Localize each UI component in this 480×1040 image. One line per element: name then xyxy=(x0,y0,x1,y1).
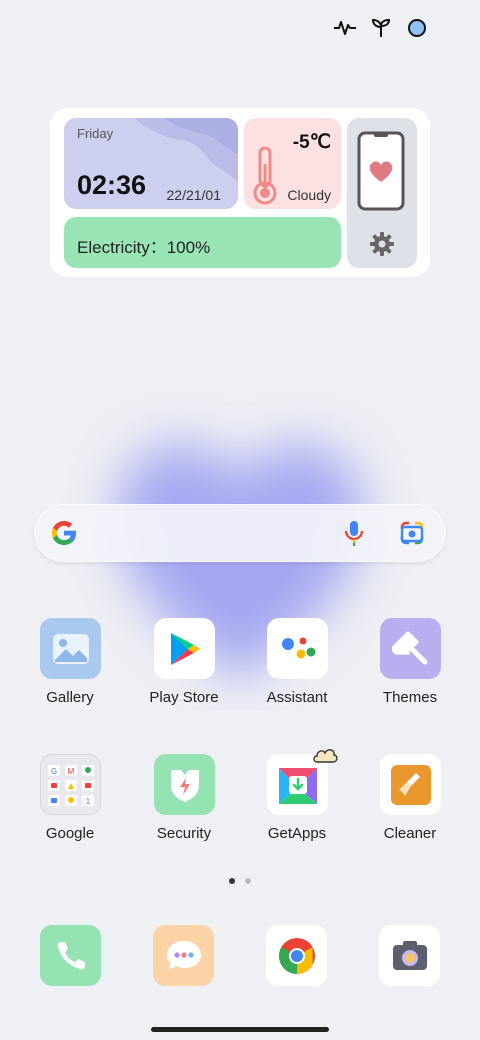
sprout-icon xyxy=(368,15,394,41)
clock-time: 02:36 xyxy=(77,170,147,200)
app-label: GetApps xyxy=(267,825,327,842)
app-google-folder[interactable]: G M 1 Google xyxy=(14,754,126,854)
battery-label: Electricity：100% xyxy=(77,238,211,257)
app-getapps[interactable]: GetApps xyxy=(241,749,353,854)
info-widget[interactable]: Friday 02:36 22/21/01 -5℃ Cloudy Electri… xyxy=(50,108,430,277)
app-security[interactable]: Security xyxy=(128,754,240,854)
security-icon xyxy=(154,754,215,815)
weather-condition: Cloudy xyxy=(287,187,331,203)
messages-icon xyxy=(166,940,201,970)
date-label: 22/21/01 xyxy=(166,187,222,203)
svg-text:G: G xyxy=(50,767,56,776)
activity-icon xyxy=(332,15,358,41)
app-gallery[interactable]: Gallery xyxy=(14,618,126,718)
weekday-label: Friday xyxy=(77,126,114,141)
app-label: Security xyxy=(156,825,212,842)
app-assistant[interactable]: Assistant xyxy=(241,618,353,718)
gallery-icon xyxy=(40,618,101,679)
camera-icon xyxy=(392,940,427,970)
assistant-icon xyxy=(267,618,328,679)
phone-heart-icon xyxy=(357,131,405,211)
app-label: Cleaner xyxy=(383,825,437,842)
chrome-icon xyxy=(278,937,315,974)
dock-camera[interactable] xyxy=(379,925,440,986)
cleaner-icon xyxy=(380,754,441,815)
app-themes[interactable]: Themes xyxy=(354,618,466,718)
google-search-bar[interactable] xyxy=(34,504,446,562)
blue-dot-icon xyxy=(404,15,430,41)
battery-card[interactable]: Electricity：100% xyxy=(64,217,341,268)
google-folder-icon: G M 1 xyxy=(40,754,101,815)
svg-text:1: 1 xyxy=(85,797,90,806)
dock-phone[interactable] xyxy=(40,925,101,986)
cloud-badge-icon xyxy=(313,749,338,763)
phone-icon xyxy=(57,941,85,969)
play-store-icon xyxy=(154,618,215,679)
themes-icon xyxy=(380,618,441,679)
app-label: Google xyxy=(45,825,95,842)
app-label: Themes xyxy=(382,689,438,706)
phone-card[interactable] xyxy=(347,118,417,268)
app-label: Gallery xyxy=(46,689,94,706)
temperature: -5℃ xyxy=(292,132,331,153)
gear-icon[interactable] xyxy=(368,230,396,258)
clock-card[interactable]: Friday 02:36 22/21/01 xyxy=(64,118,238,209)
status-bar xyxy=(332,14,430,42)
weather-card[interactable]: -5℃ Cloudy xyxy=(244,118,341,209)
app-play-store[interactable]: Play Store xyxy=(128,618,240,718)
google-icon xyxy=(52,521,76,545)
page-indicator[interactable] xyxy=(229,878,251,884)
app-cleaner[interactable]: Cleaner xyxy=(354,754,466,854)
dock-chrome[interactable] xyxy=(266,925,327,986)
home-indicator[interactable] xyxy=(151,1027,329,1032)
svg-text:M: M xyxy=(67,767,74,776)
dock-messages[interactable] xyxy=(153,925,214,986)
mic-icon[interactable] xyxy=(343,519,365,547)
page-dot[interactable] xyxy=(245,878,251,884)
thermometer-icon xyxy=(253,146,277,205)
lens-icon[interactable] xyxy=(399,520,425,546)
page-dot-active[interactable] xyxy=(229,878,235,884)
app-label: Play Store xyxy=(149,689,219,706)
app-label: Assistant xyxy=(266,689,328,706)
